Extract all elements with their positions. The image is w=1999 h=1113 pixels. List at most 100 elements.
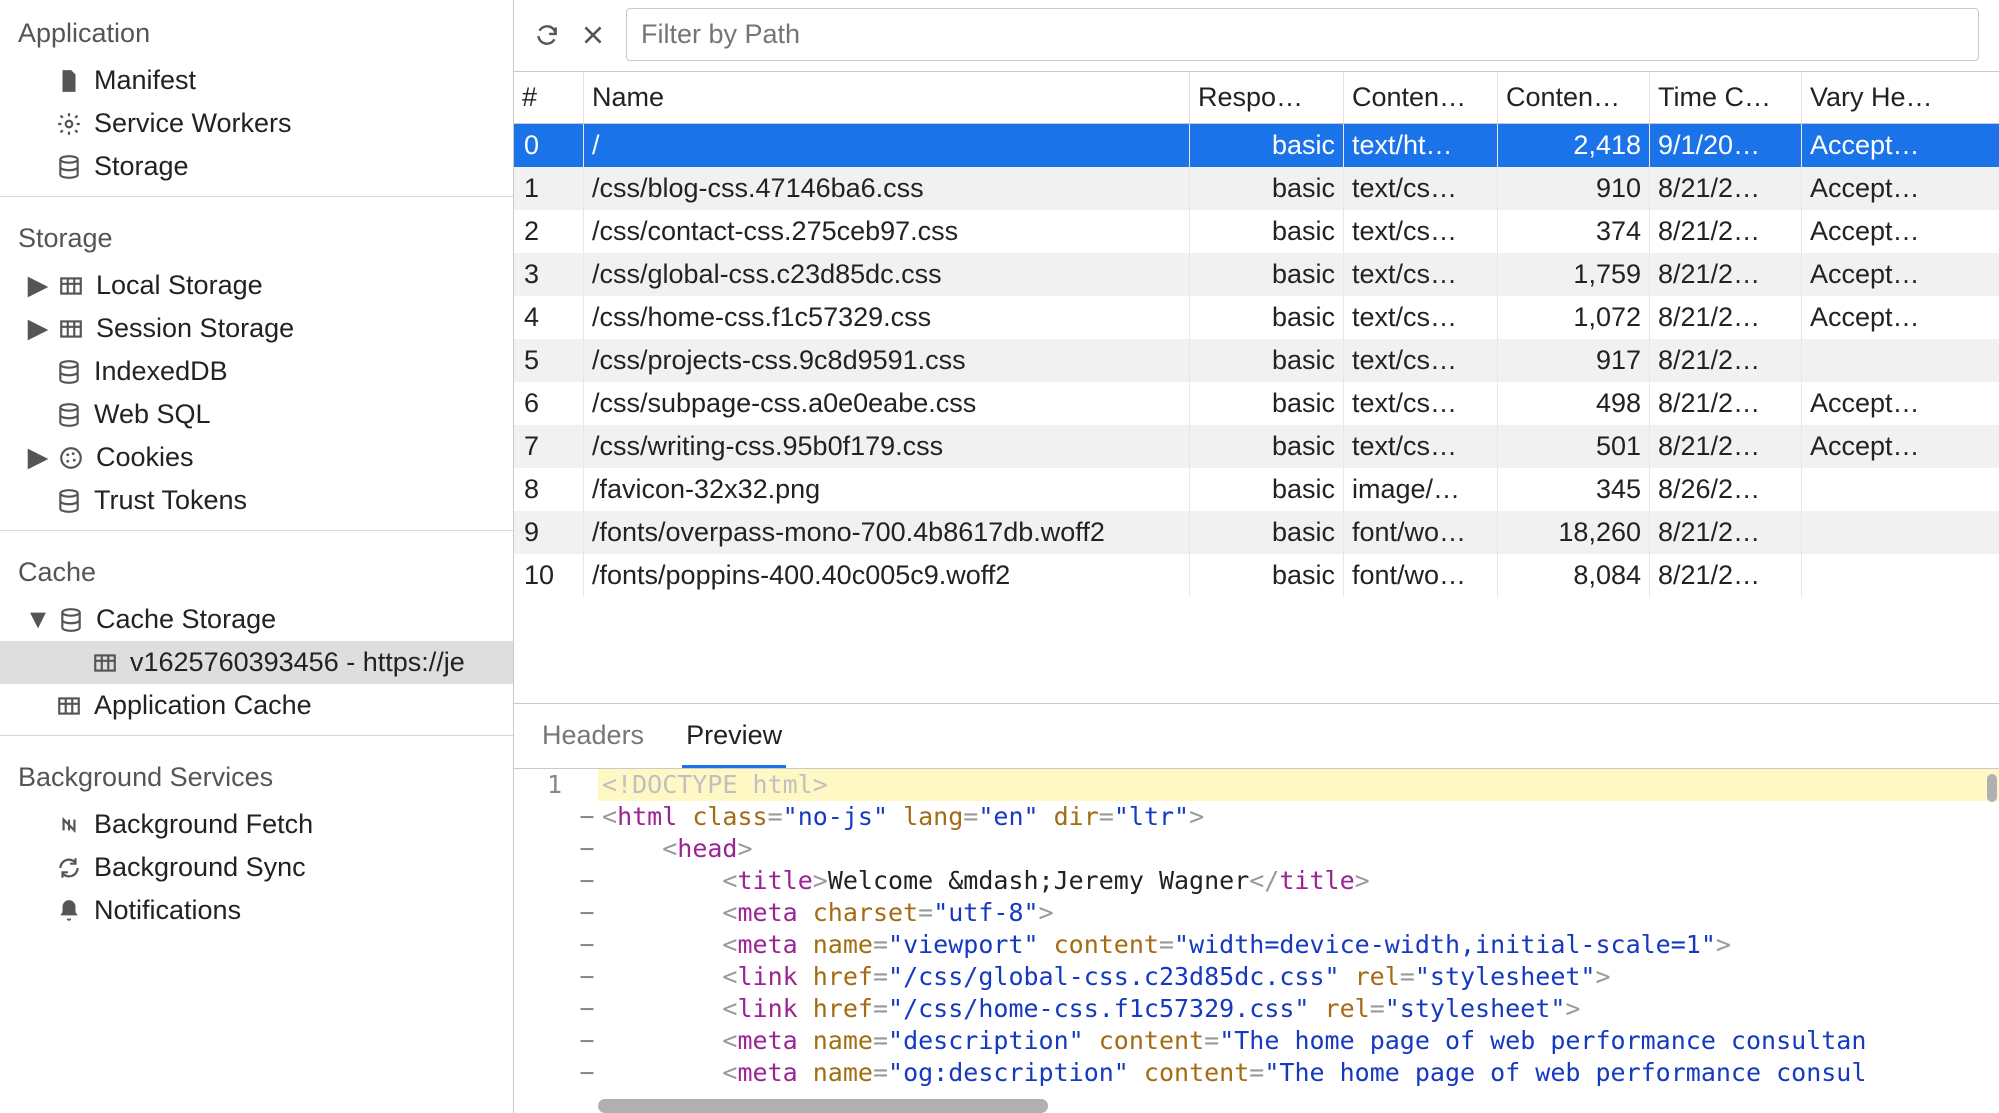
column-header[interactable]: Conten… xyxy=(1498,72,1650,123)
chevron-right-icon[interactable]: ▶ xyxy=(30,270,46,301)
code-line[interactable]: − <meta name="og:description" content="T… xyxy=(514,1057,1999,1089)
line-number xyxy=(514,833,576,865)
vertical-scrollbar[interactable] xyxy=(1987,774,1997,802)
sidebar-item-label: Web SQL xyxy=(94,399,211,430)
sync-icon xyxy=(56,855,82,881)
preview-code[interactable]: 1<!DOCTYPE html>−<html class="no-js" lan… xyxy=(514,769,1999,1113)
code-content: <html class="no-js" lang="en" dir="ltr"> xyxy=(598,801,1999,833)
column-header[interactable]: Name xyxy=(584,72,1190,123)
sidebar-item-service-workers[interactable]: Service Workers xyxy=(0,102,513,145)
fold-toggle[interactable]: − xyxy=(576,929,598,961)
table-row[interactable]: 6/css/subpage-css.a0e0eabe.cssbasictext/… xyxy=(514,382,1999,425)
table-row[interactable]: 4/css/home-css.f1c57329.cssbasictext/cs…… xyxy=(514,296,1999,339)
cell-content-length: 501 xyxy=(1498,425,1650,468)
column-header[interactable]: Respo… xyxy=(1190,72,1344,123)
table-row[interactable]: 9/fonts/overpass-mono-700.4b8617db.woff2… xyxy=(514,511,1999,554)
fold-toggle[interactable]: − xyxy=(576,833,598,865)
sidebar-item-storage[interactable]: Storage xyxy=(0,145,513,188)
cell-vary-header: Accept… xyxy=(1802,253,1982,296)
chevron-right-icon[interactable]: ▶ xyxy=(30,313,46,344)
cell-time-cached: 8/21/2… xyxy=(1650,167,1802,210)
sidebar-item-cookies[interactable]: ▶Cookies xyxy=(0,436,513,479)
sidebar-item-web-sql[interactable]: Web SQL xyxy=(0,393,513,436)
cell-content-type: font/wo… xyxy=(1344,554,1498,597)
filter-input[interactable] xyxy=(626,8,1979,61)
column-header[interactable]: # xyxy=(514,72,584,123)
tab-preview[interactable]: Preview xyxy=(682,704,786,768)
close-icon xyxy=(580,22,606,48)
cell-content-type: font/wo… xyxy=(1344,511,1498,554)
cell-vary-header: Accept… xyxy=(1802,210,1982,253)
code-line[interactable]: − <title>Welcome &mdash;Jeremy Wagner</t… xyxy=(514,865,1999,897)
table-row[interactable]: 3/css/global-css.c23d85dc.cssbasictext/c… xyxy=(514,253,1999,296)
cell-time-cached: 8/26/2… xyxy=(1650,468,1802,511)
sidebar-item-label: Application Cache xyxy=(94,690,312,721)
cell-response-type: basic xyxy=(1190,253,1344,296)
sidebar-item-cache-entry[interactable]: v1625760393456 - https://je xyxy=(0,641,513,684)
table-row[interactable]: 8/favicon-32x32.pngbasicimage/…3458/26/2… xyxy=(514,468,1999,511)
cell-content-type: text/cs… xyxy=(1344,339,1498,382)
sidebar-item-session-storage[interactable]: ▶Session Storage xyxy=(0,307,513,350)
code-line[interactable]: 1<!DOCTYPE html> xyxy=(514,769,1999,801)
fold-toggle[interactable]: − xyxy=(576,1025,598,1057)
cell-time-cached: 8/21/2… xyxy=(1650,511,1802,554)
delete-button[interactable] xyxy=(580,22,606,48)
chevron-right-icon[interactable]: ▶ xyxy=(30,442,46,473)
table-row[interactable]: 7/css/writing-css.95b0f179.cssbasictext/… xyxy=(514,425,1999,468)
sidebar-item-label: Notifications xyxy=(94,895,241,926)
table-header-row: #NameRespo…Conten…Conten…Time C…Vary He… xyxy=(514,72,1999,124)
cell-name: /css/global-css.c23d85dc.css xyxy=(584,253,1190,296)
main-panel: #NameRespo…Conten…Conten…Time C…Vary He…… xyxy=(514,0,1999,1113)
cell-name: /css/subpage-css.a0e0eabe.css xyxy=(584,382,1190,425)
code-content: <meta name="description" content="The ho… xyxy=(598,1025,1999,1057)
chevron-down-icon[interactable]: ▼ xyxy=(30,604,46,635)
tab-headers[interactable]: Headers xyxy=(538,704,648,768)
table-icon xyxy=(58,273,84,299)
table-row[interactable]: 2/css/contact-css.275ceb97.cssbasictext/… xyxy=(514,210,1999,253)
code-content: <link href="/css/home-css.f1c57329.css" … xyxy=(598,993,1999,1025)
sidebar-section-title: Background Services xyxy=(0,752,513,803)
column-header[interactable]: Vary He… xyxy=(1802,72,1982,123)
cell-content-length: 345 xyxy=(1498,468,1650,511)
table-row[interactable]: 0/basictext/ht…2,4189/1/20…Accept… xyxy=(514,124,1999,167)
cell-content-length: 8,084 xyxy=(1498,554,1650,597)
sidebar-item-notifications[interactable]: Notifications xyxy=(0,889,513,932)
sidebar-item-background-sync[interactable]: Background Sync xyxy=(0,846,513,889)
cookie-icon xyxy=(58,445,84,471)
fold-toggle[interactable]: − xyxy=(576,865,598,897)
line-number xyxy=(514,961,576,993)
code-line[interactable]: − <meta name="description" content="The … xyxy=(514,1025,1999,1057)
sidebar-item-application-cache[interactable]: Application Cache xyxy=(0,684,513,727)
code-content: <!DOCTYPE html> xyxy=(598,769,1999,801)
fold-toggle[interactable]: − xyxy=(576,993,598,1025)
table-row[interactable]: 1/css/blog-css.47146ba6.cssbasictext/cs…… xyxy=(514,167,1999,210)
fold-toggle[interactable]: − xyxy=(576,897,598,929)
code-line[interactable]: − <meta charset="utf-8"> xyxy=(514,897,1999,929)
code-line[interactable]: − <meta name="viewport" content="width=d… xyxy=(514,929,1999,961)
sidebar-item-manifest[interactable]: Manifest xyxy=(0,59,513,102)
table-row[interactable]: 5/css/projects-css.9c8d9591.cssbasictext… xyxy=(514,339,1999,382)
table-row[interactable]: 10/fonts/poppins-400.40c005c9.woff2basic… xyxy=(514,554,1999,597)
cell-content-length: 1,072 xyxy=(1498,296,1650,339)
code-line[interactable]: −<html class="no-js" lang="en" dir="ltr"… xyxy=(514,801,1999,833)
code-line[interactable]: − <link href="/css/global-css.c23d85dc.c… xyxy=(514,961,1999,993)
sidebar-item-trust-tokens[interactable]: Trust Tokens xyxy=(0,479,513,522)
sidebar-item-local-storage[interactable]: ▶Local Storage xyxy=(0,264,513,307)
fold-toggle[interactable]: − xyxy=(576,961,598,993)
code-line[interactable]: − <head> xyxy=(514,833,1999,865)
fold-toggle[interactable]: − xyxy=(576,801,598,833)
column-header[interactable]: Time C… xyxy=(1650,72,1802,123)
column-header[interactable]: Conten… xyxy=(1344,72,1498,123)
horizontal-scrollbar[interactable] xyxy=(598,1099,1048,1113)
fold-toggle[interactable]: − xyxy=(576,1057,598,1089)
db-icon xyxy=(56,488,82,514)
code-line[interactable]: − <link href="/css/home-css.f1c57329.css… xyxy=(514,993,1999,1025)
cell-name: /css/blog-css.47146ba6.css xyxy=(584,167,1190,210)
sidebar-item-cache-storage[interactable]: ▼Cache Storage xyxy=(0,598,513,641)
sidebar-item-background-fetch[interactable]: Background Fetch xyxy=(0,803,513,846)
refresh-button[interactable] xyxy=(534,22,560,48)
db-icon xyxy=(58,607,84,633)
sidebar-item-indexeddb[interactable]: IndexedDB xyxy=(0,350,513,393)
cell-vary-header xyxy=(1802,511,1982,554)
line-number xyxy=(514,801,576,833)
